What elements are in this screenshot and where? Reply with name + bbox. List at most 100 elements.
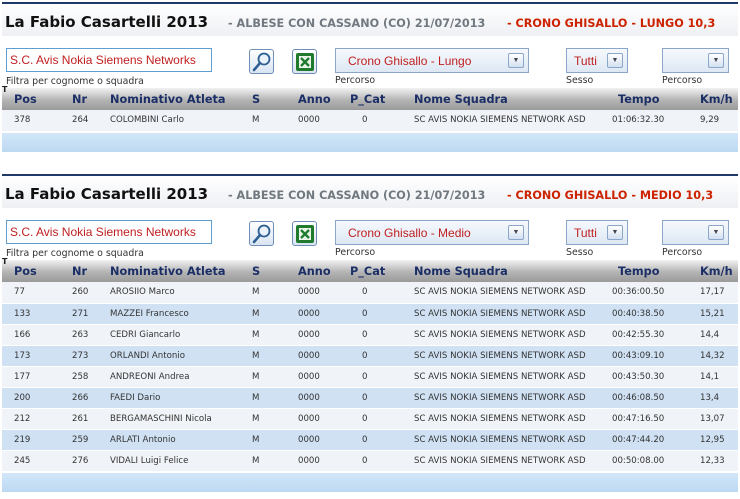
cell-s: M (244, 429, 288, 451)
cell-pcat: 0 (338, 429, 408, 451)
col-header-tempo[interactable]: Tempo (588, 260, 672, 282)
col-header-nr[interactable]: Nr (40, 88, 106, 110)
table-row[interactable]: 166 263 CEDRI Giancarlo M 0000 0 SC AVIS NOKIA… (2, 324, 738, 346)
chevron-down-icon: ▼ (708, 53, 724, 68)
table-row[interactable]: 77 260 AROSIIO Marco M 0000 0 SC AVIS NOKIA SI… (2, 282, 738, 304)
sesso-select[interactable]: Tutti ▼ (566, 220, 628, 245)
cell-nr: 266 (40, 387, 106, 409)
cell-tempo: 00:46:08.50 (588, 387, 672, 409)
col-header-anno[interactable]: Anno (288, 260, 338, 282)
col-header-pos[interactable]: Pos (2, 88, 40, 110)
col-header-pos[interactable]: Pos (2, 260, 40, 282)
col-header-tempo[interactable]: Tempo (588, 88, 672, 110)
percorso-filter-select[interactable]: ▼ (662, 48, 729, 73)
sesso-caption: Sesso (566, 75, 594, 86)
cell-tempo: 00:43:50.30 (588, 366, 672, 388)
col-header-atleta[interactable]: Nominativo Atleta (106, 260, 244, 282)
cell-atleta: ANDREONI Andrea (106, 366, 244, 388)
percorso-select[interactable]: Crono Ghisallo - Medio ▼ (335, 220, 529, 245)
event-title: La Fabio Casartelli 2013 (5, 185, 209, 203)
cell-kmh: 12,33 (672, 450, 738, 472)
percorso-select[interactable]: Crono Ghisallo - Lungo ▼ (335, 48, 529, 73)
magnifier-icon (252, 224, 271, 244)
results-table: Pos Nr Nominativo Atleta S Anno P_Cat No… (2, 260, 738, 472)
table-row[interactable]: 378 264 COLOMBINI Carlo M 0000 0 SC AVIS NOKIA… (2, 110, 738, 132)
col-header-kmh[interactable]: Km/h (672, 88, 738, 110)
col-header-anno[interactable]: Anno (288, 88, 338, 110)
col-header-squadra[interactable]: Nome Squadra (408, 260, 588, 282)
table-header-row: Pos Nr Nominativo Atleta S Anno P_Cat No… (2, 88, 738, 110)
percorso-filter-select[interactable]: ▼ (662, 220, 729, 245)
table-row[interactable]: 212 261 BERGAMASCHINI Nicola M 0000 0 SC AVIS … (2, 408, 738, 430)
cell-s: M (244, 110, 288, 132)
table-footer (2, 471, 738, 492)
cell-pcat: 0 (338, 110, 408, 132)
chevron-down-icon: ▼ (508, 225, 524, 240)
race-title: - CRONO GHISALLO - LUNGO 10,3 (507, 17, 716, 30)
cell-kmh: 12,95 (672, 429, 738, 451)
search-input[interactable]: S.C. Avis Nokia Siemens Networks (6, 220, 212, 244)
table-row[interactable]: 219 259 ARLATI Antonio M 0000 0 SC AVIS NOKIA … (2, 429, 738, 451)
cell-anno: 0000 (288, 303, 338, 325)
sesso-select[interactable]: Tutti ▼ (566, 48, 628, 73)
table-row[interactable]: 200 266 FAEDI Dario M 0000 0 SC AVIS NOKIA SIE… (2, 387, 738, 409)
section-title-bar: La Fabio Casartelli 2013 - ALBESE CON CA… (2, 2, 738, 36)
cell-tempo: 00:36:00.50 (588, 282, 672, 304)
cell-nr: 258 (40, 366, 106, 388)
cell-pos: 177 (2, 366, 40, 388)
col-header-atleta[interactable]: Nominativo Atleta (106, 88, 244, 110)
table-row[interactable]: 173 273 ORLANDI Antonio M 0000 0 SC AVIS NOKIA… (2, 345, 738, 367)
search-input[interactable]: S.C. Avis Nokia Siemens Networks (6, 48, 212, 72)
col-header-pcat[interactable]: P_Cat (338, 88, 408, 110)
excel-export-button[interactable] (292, 221, 317, 246)
cell-squadra: SC AVIS NOKIA SIEMENS NETWORK ASD (408, 366, 588, 388)
table-header-row: Pos Nr Nominativo Atleta S Anno P_Cat No… (2, 260, 738, 282)
cell-anno: 0000 (288, 408, 338, 430)
cell-s: M (244, 450, 288, 472)
cell-squadra: SC AVIS NOKIA SIEMENS NETWORK ASD (408, 110, 588, 132)
sesso-select-value: Tutti (574, 226, 597, 240)
cell-kmh: 14,1 (672, 366, 738, 388)
cell-atleta: ARLATI Antonio (106, 429, 244, 451)
cell-pcat: 0 (338, 345, 408, 367)
cell-atleta: CEDRI Giancarlo (106, 324, 244, 346)
table-footer (2, 131, 738, 152)
cell-pos: 378 (2, 110, 40, 132)
cell-pos: 212 (2, 408, 40, 430)
search-button[interactable] (249, 221, 274, 246)
cell-nr: 259 (40, 429, 106, 451)
chevron-down-icon: ▼ (607, 225, 623, 240)
cell-anno: 0000 (288, 450, 338, 472)
cell-pos: 219 (2, 429, 40, 451)
cell-anno: 0000 (288, 429, 338, 451)
cell-tempo: 00:43:09.10 (588, 345, 672, 367)
cell-nr: 273 (40, 345, 106, 367)
col-header-pcat[interactable]: P_Cat (338, 260, 408, 282)
cell-anno: 0000 (288, 282, 338, 304)
cell-anno: 0000 (288, 110, 338, 132)
cell-kmh: 17,17 (672, 282, 738, 304)
percorso-filter-caption: Percorso (662, 247, 703, 258)
search-button[interactable] (249, 49, 274, 74)
col-header-sesso[interactable]: S (244, 260, 288, 282)
col-header-kmh[interactable]: Km/h (672, 260, 738, 282)
table-row[interactable]: 177 258 ANDREONI Andrea M 0000 0 SC AVIS NOKIA… (2, 366, 738, 388)
table-row[interactable]: 133 271 MAZZEI Francesco M 0000 0 SC AVIS NOKI… (2, 303, 738, 325)
chevron-down-icon: ▼ (508, 53, 524, 68)
cell-s: M (244, 366, 288, 388)
col-header-sesso[interactable]: S (244, 88, 288, 110)
cell-squadra: SC AVIS NOKIA SIEMENS NETWORK ASD (408, 303, 588, 325)
table-row[interactable]: 245 276 VIDALI Luigi Felice M 0000 0 SC AVIS N… (2, 450, 738, 472)
section-title-bar: La Fabio Casartelli 2013 - ALBESE CON CA… (2, 174, 738, 208)
race-title: - CRONO GHISALLO - MEDIO 10,3 (507, 189, 714, 202)
chevron-down-icon: ▼ (607, 53, 623, 68)
cell-pcat: 0 (338, 303, 408, 325)
cell-squadra: SC AVIS NOKIA SIEMENS NETWORK ASD (408, 408, 588, 430)
excel-export-button[interactable] (292, 49, 317, 74)
col-header-squadra[interactable]: Nome Squadra (408, 88, 588, 110)
col-header-nr[interactable]: Nr (40, 260, 106, 282)
cell-kmh: 14,4 (672, 324, 738, 346)
cell-tempo: 00:50:08.00 (588, 450, 672, 472)
cell-tempo: 00:42:55.30 (588, 324, 672, 346)
cell-kmh: 13,4 (672, 387, 738, 409)
